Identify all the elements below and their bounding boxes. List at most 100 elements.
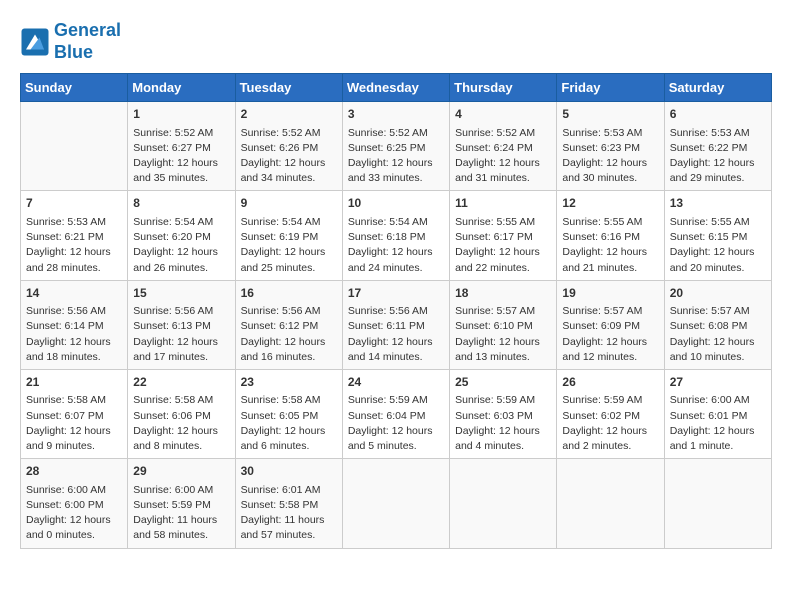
- day-info: Sunrise: 5:59 AM Sunset: 6:02 PM Dayligh…: [562, 393, 658, 454]
- column-header-wednesday: Wednesday: [342, 74, 449, 102]
- day-number: 12: [562, 195, 658, 212]
- calendar-cell: 17Sunrise: 5:56 AM Sunset: 6:11 PM Dayli…: [342, 280, 449, 369]
- day-number: 9: [241, 195, 337, 212]
- calendar-cell: [21, 102, 128, 191]
- calendar-cell: 12 Sunrise: 5:55 AM Sunset: 6:16 PM Dayli…: [557, 191, 664, 280]
- column-header-saturday: Saturday: [664, 74, 771, 102]
- calendar-cell: 19Sunrise: 5:57 AM Sunset: 6:09 PM Dayli…: [557, 280, 664, 369]
- day-number: 30: [241, 463, 337, 480]
- logo-icon: [20, 27, 50, 57]
- calendar-cell: 6 Sunrise: 5:53 AM Sunset: 6:22 PM Daylig…: [664, 102, 771, 191]
- day-number: 24: [348, 374, 444, 391]
- day-info: Sunrise: 5:59 AM Sunset: 6:04 PM Dayligh…: [348, 393, 444, 454]
- day-number: 18: [455, 285, 551, 302]
- day-info: Sunrise: 5:56 AM Sunset: 6:14 PM Dayligh…: [26, 304, 122, 365]
- calendar-cell: 28 Sunrise: 6:00 AM Sunset: 6:00 PM Dayli…: [21, 459, 128, 548]
- calendar-cell: 5 Sunrise: 5:53 AM Sunset: 6:23 PM Daylig…: [557, 102, 664, 191]
- day-number: 8: [133, 195, 229, 212]
- day-info: Sunrise: 6:00 AM Sunset: 6:00 PM Dayligh…: [26, 483, 122, 544]
- calendar-cell: 26 Sunrise: 5:59 AM Sunset: 6:02 PM Dayli…: [557, 369, 664, 458]
- day-info: Sunrise: 6:01 AM Sunset: 5:58 PM Dayligh…: [241, 483, 337, 544]
- calendar-cell: 4 Sunrise: 5:52 AM Sunset: 6:24 PM Daylig…: [450, 102, 557, 191]
- day-number: 4: [455, 106, 551, 123]
- day-info: Sunrise: 5:56 AM Sunset: 6:13 PM Dayligh…: [133, 304, 229, 365]
- calendar-cell: 30 Sunrise: 6:01 AM Sunset: 5:58 PM Dayli…: [235, 459, 342, 548]
- day-number: 28: [26, 463, 122, 480]
- day-info: Sunrise: 6:00 AM Sunset: 6:01 PM Dayligh…: [670, 393, 766, 454]
- calendar-cell: 27 Sunrise: 6:00 AM Sunset: 6:01 PM Dayli…: [664, 369, 771, 458]
- calendar-cell: 18 Sunrise: 5:57 AM Sunset: 6:10 PM Dayli…: [450, 280, 557, 369]
- day-number: 2: [241, 106, 337, 123]
- day-number: 15: [133, 285, 229, 302]
- day-number: 5: [562, 106, 658, 123]
- day-info: Sunrise: 5:58 AM Sunset: 6:06 PM Dayligh…: [133, 393, 229, 454]
- header: General Blue: [20, 20, 772, 63]
- logo: General Blue: [20, 20, 121, 63]
- calendar-cell: 13 Sunrise: 5:55 AM Sunset: 6:15 PM Dayli…: [664, 191, 771, 280]
- logo-text: General Blue: [54, 20, 121, 63]
- calendar-cell: 11 Sunrise: 5:55 AM Sunset: 6:17 PM Dayli…: [450, 191, 557, 280]
- day-number: 1: [133, 106, 229, 123]
- day-info: Sunrise: 5:55 AM Sunset: 6:15 PM Dayligh…: [670, 215, 766, 276]
- calendar-cell: [450, 459, 557, 548]
- day-number: 7: [26, 195, 122, 212]
- day-info: Sunrise: 5:52 AM Sunset: 6:24 PM Dayligh…: [455, 126, 551, 187]
- logo-general: General: [54, 20, 121, 40]
- calendar-cell: 2 Sunrise: 5:52 AM Sunset: 6:26 PM Daylig…: [235, 102, 342, 191]
- day-info: Sunrise: 5:54 AM Sunset: 6:18 PM Dayligh…: [348, 215, 444, 276]
- week-row-3: 14 Sunrise: 5:56 AM Sunset: 6:14 PM Dayli…: [21, 280, 772, 369]
- day-info: Sunrise: 5:53 AM Sunset: 6:23 PM Dayligh…: [562, 126, 658, 187]
- calendar-cell: 22 Sunrise: 5:58 AM Sunset: 6:06 PM Dayli…: [128, 369, 235, 458]
- calendar-cell: 21 Sunrise: 5:58 AM Sunset: 6:07 PM Dayli…: [21, 369, 128, 458]
- day-number: 11: [455, 195, 551, 212]
- calendar-cell: 1 Sunrise: 5:52 AM Sunset: 6:27 PM Daylig…: [128, 102, 235, 191]
- day-info: Sunrise: 5:54 AM Sunset: 6:19 PM Dayligh…: [241, 215, 337, 276]
- day-info: Sunrise: 5:52 AM Sunset: 6:26 PM Dayligh…: [241, 126, 337, 187]
- calendar-cell: 20Sunrise: 5:57 AM Sunset: 6:08 PM Dayli…: [664, 280, 771, 369]
- day-number: 26: [562, 374, 658, 391]
- calendar-cell: 25Sunrise: 5:59 AM Sunset: 6:03 PM Dayli…: [450, 369, 557, 458]
- day-info: Sunrise: 5:57 AM Sunset: 6:10 PM Dayligh…: [455, 304, 551, 365]
- calendar-cell: 24 Sunrise: 5:59 AM Sunset: 6:04 PM Dayli…: [342, 369, 449, 458]
- column-header-friday: Friday: [557, 74, 664, 102]
- column-header-sunday: Sunday: [21, 74, 128, 102]
- day-info: Sunrise: 5:55 AM Sunset: 6:16 PM Dayligh…: [562, 215, 658, 276]
- day-info: Sunrise: 5:59 AM Sunset: 6:03 PM Dayligh…: [455, 393, 551, 454]
- day-number: 22: [133, 374, 229, 391]
- day-info: Sunrise: 5:53 AM Sunset: 6:22 PM Dayligh…: [670, 126, 766, 187]
- day-info: Sunrise: 5:53 AM Sunset: 6:21 PM Dayligh…: [26, 215, 122, 276]
- calendar-cell: 10 Sunrise: 5:54 AM Sunset: 6:18 PM Dayli…: [342, 191, 449, 280]
- day-info: Sunrise: 5:56 AM Sunset: 6:11 PM Dayligh…: [348, 304, 444, 365]
- day-number: 27: [670, 374, 766, 391]
- day-info: Sunrise: 5:58 AM Sunset: 6:07 PM Dayligh…: [26, 393, 122, 454]
- day-number: 10: [348, 195, 444, 212]
- day-number: 21: [26, 374, 122, 391]
- day-info: Sunrise: 5:56 AM Sunset: 6:12 PM Dayligh…: [241, 304, 337, 365]
- day-number: 16: [241, 285, 337, 302]
- day-number: 23: [241, 374, 337, 391]
- calendar-cell: 29 Sunrise: 6:00 AM Sunset: 5:59 PM Dayli…: [128, 459, 235, 548]
- day-info: Sunrise: 5:58 AM Sunset: 6:05 PM Dayligh…: [241, 393, 337, 454]
- day-number: 6: [670, 106, 766, 123]
- calendar-cell: 15 Sunrise: 5:56 AM Sunset: 6:13 PM Dayli…: [128, 280, 235, 369]
- day-info: Sunrise: 5:55 AM Sunset: 6:17 PM Dayligh…: [455, 215, 551, 276]
- calendar-cell: [664, 459, 771, 548]
- day-number: 13: [670, 195, 766, 212]
- column-header-thursday: Thursday: [450, 74, 557, 102]
- day-info: Sunrise: 5:57 AM Sunset: 6:09 PM Dayligh…: [562, 304, 658, 365]
- day-info: Sunrise: 6:00 AM Sunset: 5:59 PM Dayligh…: [133, 483, 229, 544]
- week-row-2: 7 Sunrise: 5:53 AM Sunset: 6:21 PM Daylig…: [21, 191, 772, 280]
- week-row-5: 28 Sunrise: 6:00 AM Sunset: 6:00 PM Dayli…: [21, 459, 772, 548]
- column-header-tuesday: Tuesday: [235, 74, 342, 102]
- calendar-cell: [557, 459, 664, 548]
- day-number: 29: [133, 463, 229, 480]
- day-number: 14: [26, 285, 122, 302]
- calendar-cell: 16 Sunrise: 5:56 AM Sunset: 6:12 PM Dayli…: [235, 280, 342, 369]
- day-info: Sunrise: 5:54 AM Sunset: 6:20 PM Dayligh…: [133, 215, 229, 276]
- calendar-cell: 23 Sunrise: 5:58 AM Sunset: 6:05 PM Dayli…: [235, 369, 342, 458]
- day-info: Sunrise: 5:52 AM Sunset: 6:27 PM Dayligh…: [133, 126, 229, 187]
- day-info: Sunrise: 5:52 AM Sunset: 6:25 PM Dayligh…: [348, 126, 444, 187]
- calendar-header-row: SundayMondayTuesdayWednesdayThursdayFrid…: [21, 74, 772, 102]
- calendar-cell: 7 Sunrise: 5:53 AM Sunset: 6:21 PM Daylig…: [21, 191, 128, 280]
- day-number: 20: [670, 285, 766, 302]
